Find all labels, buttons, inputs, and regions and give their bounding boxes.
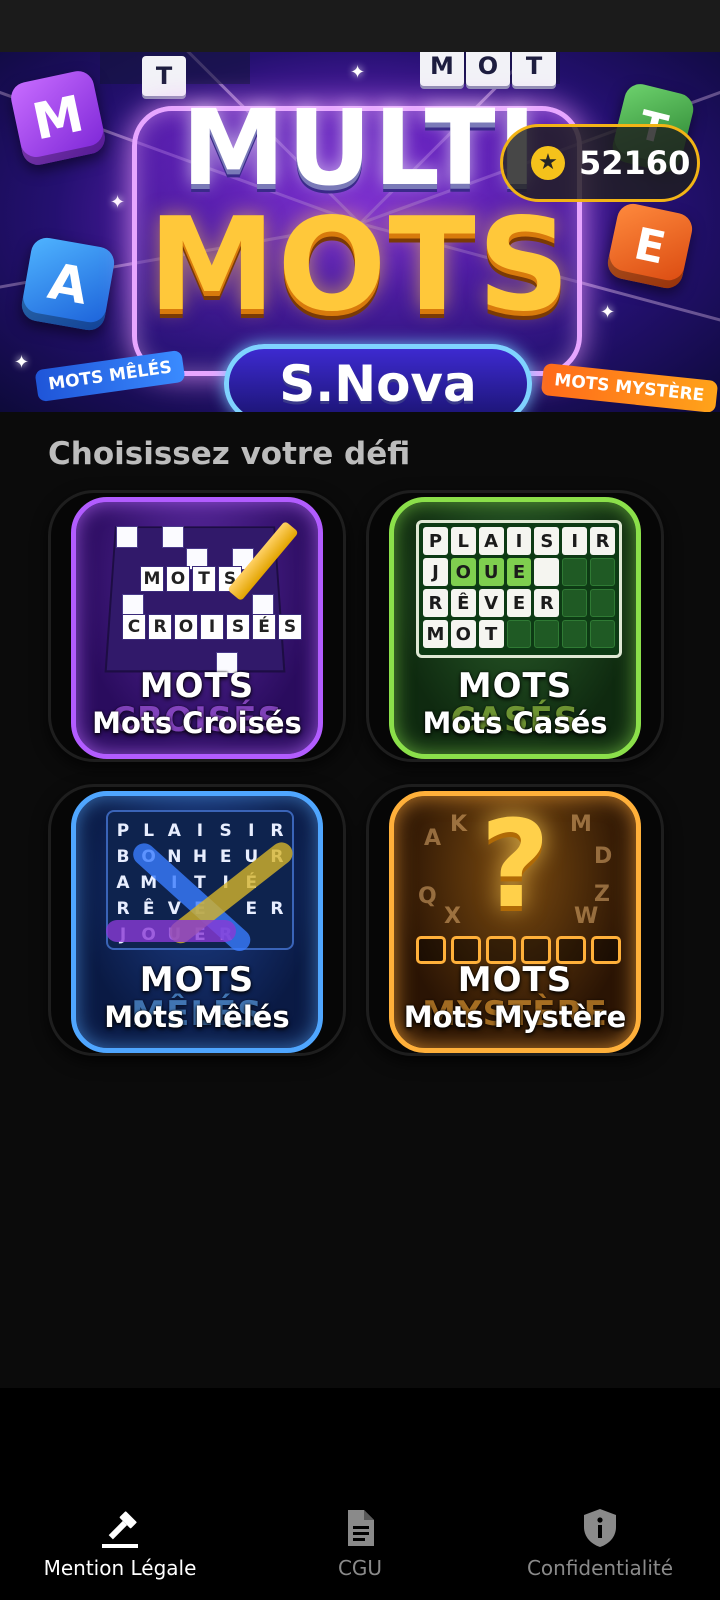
grid-cell: [122, 594, 144, 616]
grid-letter: P: [423, 527, 448, 555]
nav-label: Mention Légale: [43, 1556, 197, 1580]
grid-cell: [252, 594, 274, 616]
crossword-word-mots: MOTS: [140, 566, 242, 592]
grid-letter: T: [478, 620, 504, 648]
game-card-mots-meles[interactable]: PLAISIR BONHEUR AMITIÉ RÊVE ER JOUER MOT…: [48, 784, 346, 1056]
grid-letter: Ê: [450, 589, 476, 617]
grid-cell-empty: [562, 620, 588, 648]
section-title: Choisissez votre défi: [48, 436, 411, 472]
grid-row: MOT: [423, 620, 615, 648]
letter-tile: M: [420, 52, 464, 86]
app-banner: T M O T ✦ ✦ ✦ ✦ M A E T MULTI MOTS MOTS …: [0, 52, 720, 412]
game-art-mots-croises: MOTS CROISÉS MOTS CROISÉS Mots Croisés: [71, 497, 323, 759]
grid-cell-empty: [534, 558, 560, 586]
card-title: Mots Mystère: [403, 1000, 627, 1034]
status-bar: [0, 0, 720, 52]
word-letter: S: [278, 614, 302, 640]
ribbon-mots-mystere: MOTS MYSTÈRE: [540, 362, 718, 412]
crossword-word-croises: CROISÉS: [122, 614, 302, 640]
word-letter: M: [140, 566, 164, 592]
grid-letter: I: [506, 527, 532, 555]
letter-tile: T: [142, 56, 186, 96]
grid-cell-empty: [506, 620, 532, 648]
shield-info-icon: [584, 1509, 616, 1547]
question-mark-icon: ?: [480, 796, 550, 935]
grid-cell-empty: [562, 558, 588, 586]
word-letter: S: [226, 614, 250, 640]
document-icon: [348, 1510, 374, 1546]
star-coin-icon: ★: [531, 146, 565, 180]
card-title: Mots Casés: [422, 706, 608, 740]
grid-letter: O: [450, 558, 476, 586]
grid-cell-empty: [590, 589, 616, 617]
grid-letter: M: [423, 620, 448, 648]
grid-letter: J: [423, 558, 448, 586]
fill-in-grid: PLAISIR JOUE RÊVER MOT: [416, 520, 622, 658]
grid-letter: V: [478, 589, 504, 617]
nav-item-mention-legale[interactable]: Mention Légale: [0, 1506, 240, 1580]
nav-label: Confidentialité: [526, 1556, 674, 1580]
nav-item-confidentialite[interactable]: Confidentialité: [480, 1506, 720, 1580]
letter-tile: O: [466, 52, 510, 86]
coin-value: 52160: [579, 144, 691, 182]
logo-subtitle: S.Nova: [224, 344, 532, 412]
card-title: Mots Mêlés: [104, 1000, 290, 1034]
grid-cell: [116, 526, 138, 548]
grid-cell-empty: [590, 620, 615, 648]
letter-tile: T: [512, 52, 556, 86]
grid-row: PLAISIR: [116, 821, 284, 841]
word-letter: O: [174, 614, 198, 640]
coin-balance[interactable]: ★ 52160: [500, 124, 700, 202]
sparkle-icon: ✦: [350, 62, 366, 83]
game-card-mots-cases[interactable]: PLAISIR JOUE RÊVER MOT MOTS CASÉS Mots C…: [366, 490, 664, 762]
gavel-icon: [102, 1511, 138, 1548]
grid-letter: U: [478, 558, 504, 586]
word-letter: O: [166, 566, 190, 592]
grid-row: PLAISIR: [423, 527, 616, 555]
grid-letter: O: [450, 620, 476, 648]
highlight-stroke: [106, 920, 236, 942]
sparkle-icon: ✦: [14, 352, 30, 373]
grid-letter: R: [534, 589, 560, 617]
word-letter: C: [122, 614, 146, 640]
logo-title-mots: MOTS: [148, 191, 572, 340]
bottom-navigation: Mention Légale CGU Confidentialité: [0, 1388, 720, 1600]
card-title: Mots Croisés: [92, 706, 302, 740]
grid-cell-empty: [534, 620, 560, 648]
word-letter: T: [192, 566, 216, 592]
grid-cell-empty: [590, 558, 616, 586]
game-card-mots-mystere[interactable]: A K M D Q X W Z ? MOTS MYSTÈRE Mots Myst…: [366, 784, 664, 1056]
grid-letter: R: [423, 589, 448, 617]
grid-row: RÊVER: [423, 589, 616, 617]
grid-cell-empty: [562, 589, 588, 617]
word-letter: I: [200, 614, 224, 640]
ribbon-mots-meles: MOTS MÊLÉS: [34, 349, 186, 403]
grid-letter: E: [506, 589, 532, 617]
word-letter: É: [252, 614, 276, 640]
grid-letter: A: [478, 527, 504, 555]
game-art-mots-cases: PLAISIR JOUE RÊVER MOT MOTS CASÉS Mots C…: [389, 497, 641, 759]
grid-letter: S: [534, 527, 560, 555]
word-letter: R: [148, 614, 172, 640]
nav-item-cgu[interactable]: CGU: [240, 1506, 480, 1580]
game-art-mots-meles: PLAISIR BONHEUR AMITIÉ RÊVE ER JOUER MOT…: [71, 791, 323, 1053]
grid-cell: [162, 526, 184, 548]
grid-letter: I: [562, 527, 588, 555]
grid-letter: R: [590, 527, 616, 555]
grid-letter: E: [506, 558, 532, 586]
game-card-mots-croises[interactable]: MOTS CROISÉS MOTS CROISÉS Mots Croisés: [48, 490, 346, 762]
grid-row: JOUE: [423, 558, 616, 586]
game-art-mots-mystere: A K M D Q X W Z ? MOTS MYSTÈRE Mots Myst…: [389, 791, 641, 1053]
nav-label: CGU: [337, 1556, 383, 1580]
grid-letter: L: [450, 527, 476, 555]
